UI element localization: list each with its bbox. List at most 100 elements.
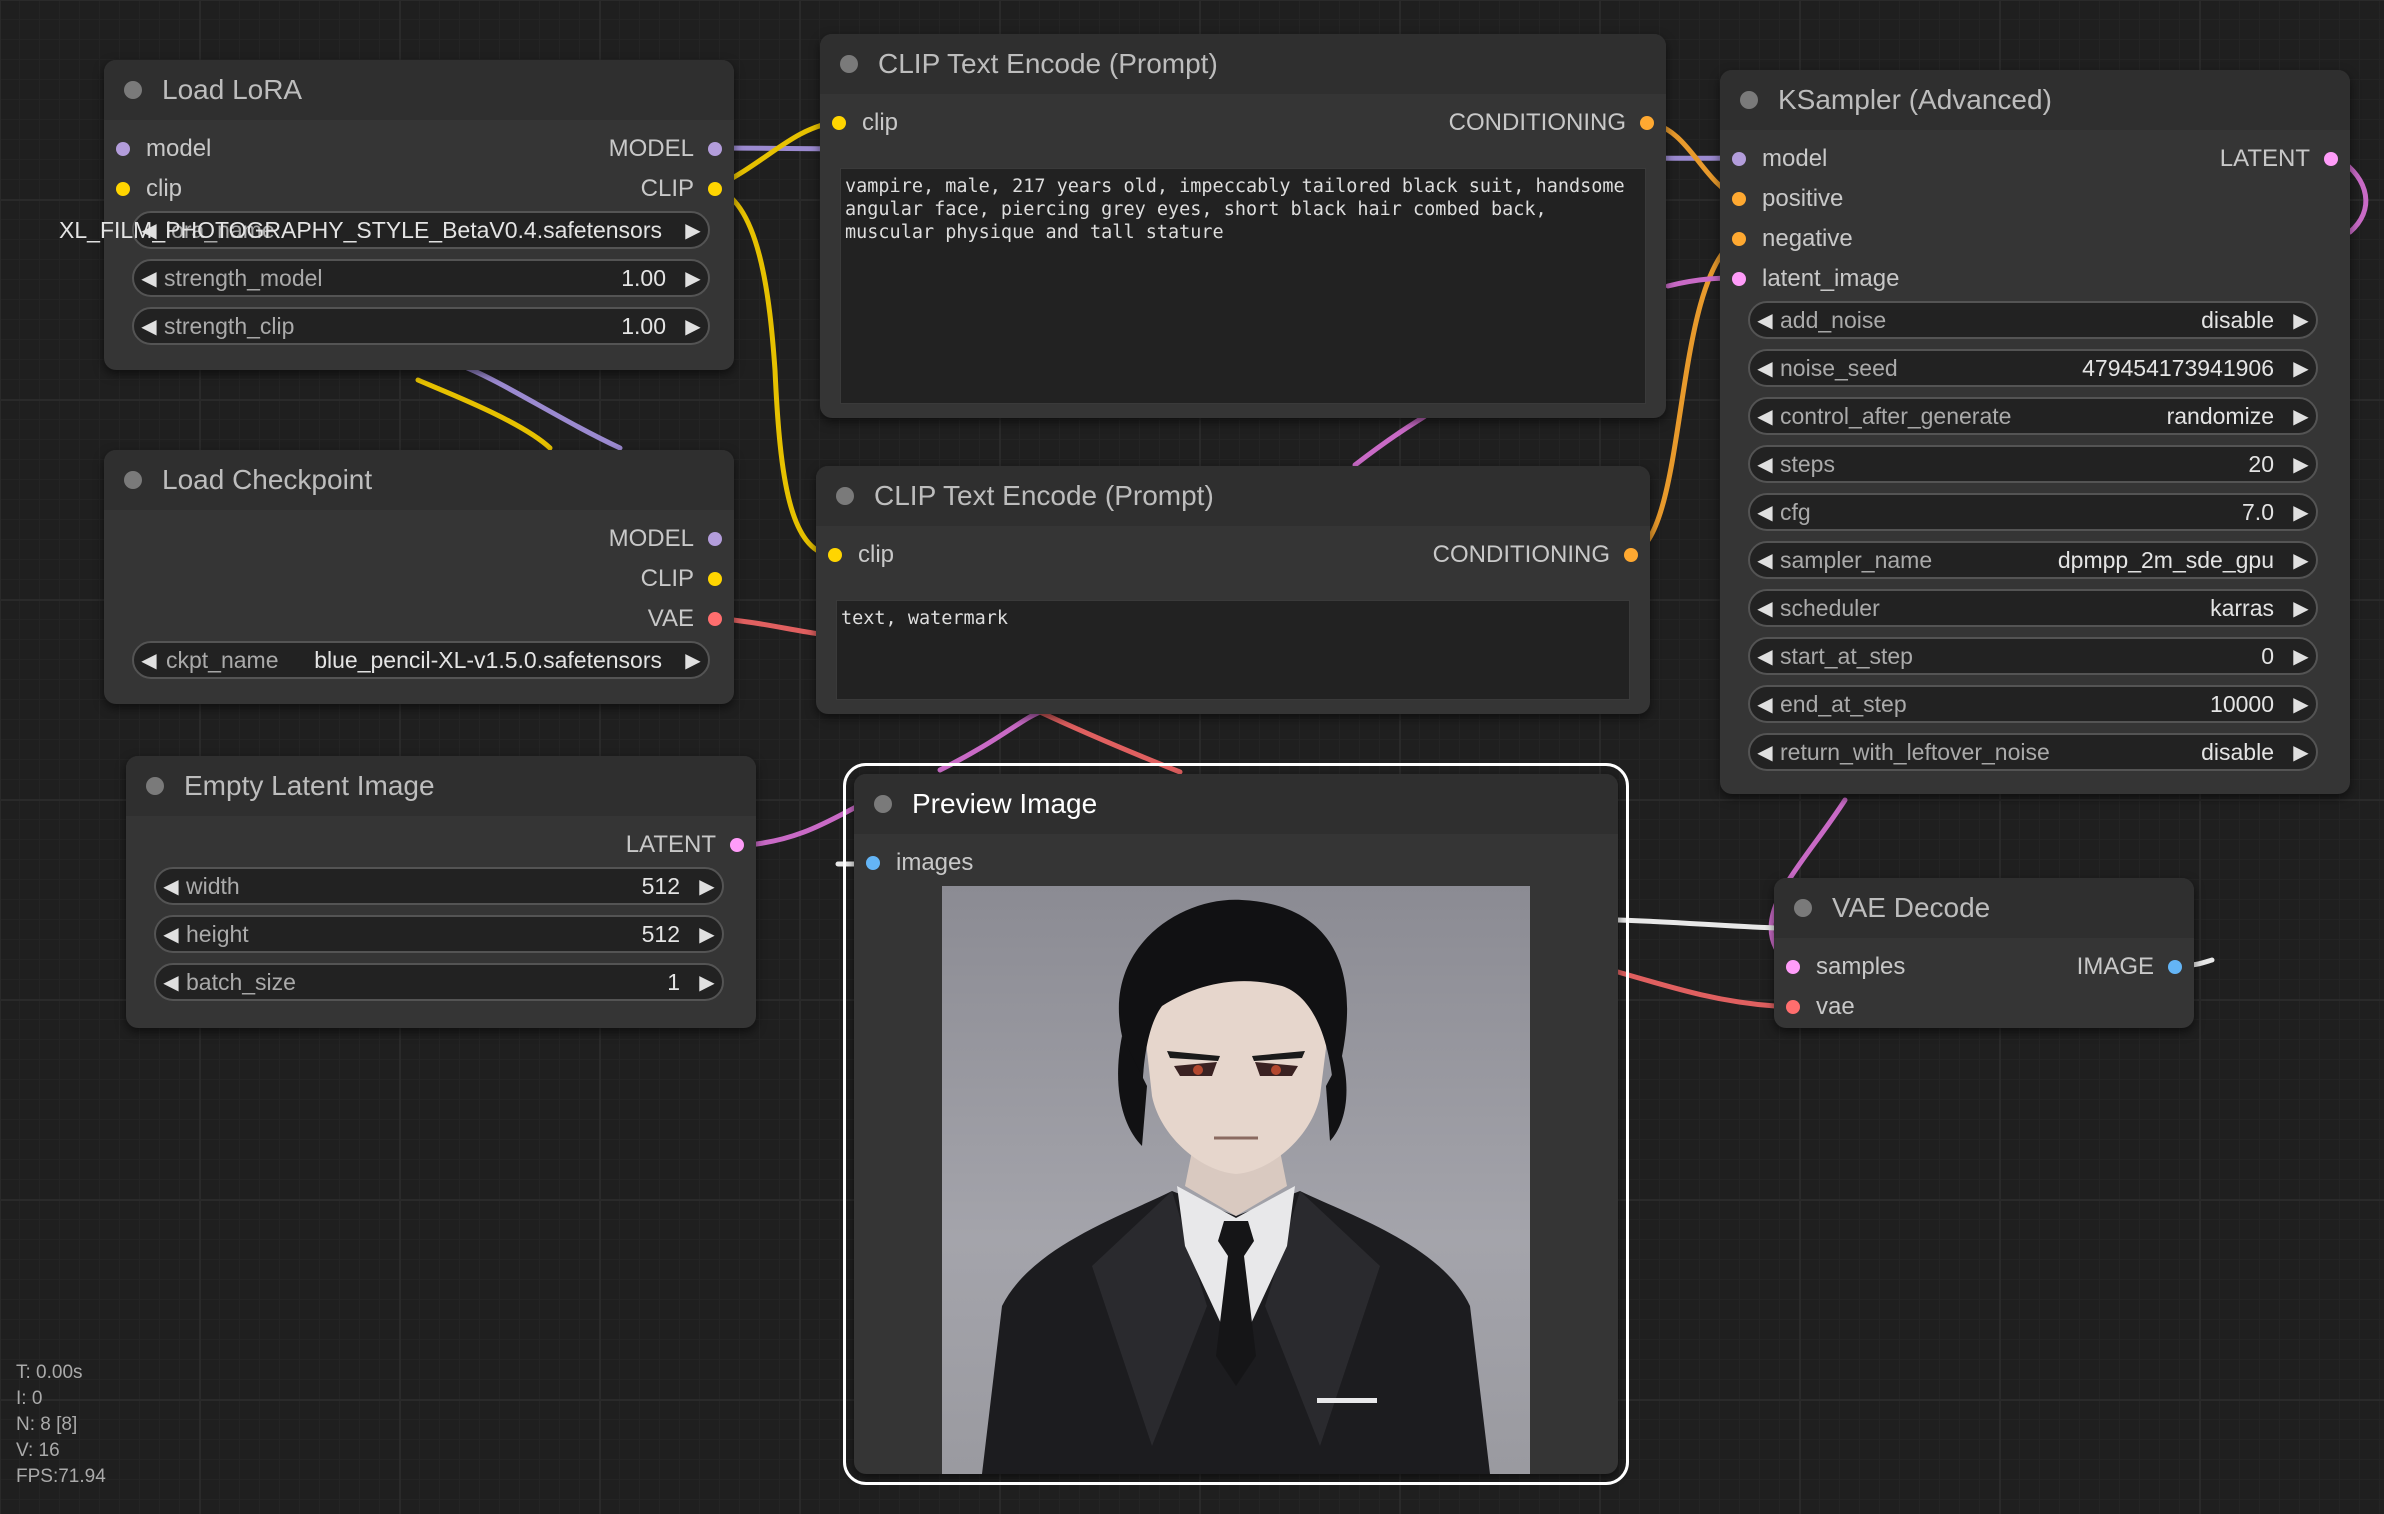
clip-socket-icon[interactable] <box>828 548 842 562</box>
decrement-arrow-icon[interactable]: ◀ <box>134 266 164 291</box>
output-slot-image[interactable]: IMAGE <box>2077 947 2182 987</box>
increment-arrow-icon[interactable]: ▶ <box>2286 548 2316 573</box>
node-title-bar[interactable]: Load LoRA <box>104 60 734 120</box>
output-slot-model[interactable]: MODEL <box>609 129 722 169</box>
height-widget[interactable]: ◀ height 512 ▶ <box>154 915 724 953</box>
model-socket-icon[interactable] <box>116 142 130 156</box>
width-widget[interactable]: ◀ width 512 ▶ <box>154 867 724 905</box>
image-socket-icon[interactable] <box>2168 960 2182 974</box>
image-socket-icon[interactable] <box>866 856 880 870</box>
latent-socket-icon[interactable] <box>1732 272 1746 286</box>
collapse-dot-icon[interactable] <box>840 55 858 73</box>
steps-widget[interactable]: ◀ steps 20 ▶ <box>1748 445 2318 483</box>
increment-arrow-icon[interactable]: ▶ <box>2286 740 2316 765</box>
input-slot-model[interactable]: model <box>116 129 211 169</box>
scheduler-widget[interactable]: ◀ scheduler karras ▶ <box>1748 589 2318 627</box>
decrement-arrow-icon[interactable]: ◀ <box>1750 452 1780 477</box>
node-title-bar[interactable]: VAE Decode <box>1774 878 2194 938</box>
load-lora-node[interactable]: Load LoRA model clip MODEL CLIP ◀ lora_n… <box>59 60 734 370</box>
collapse-dot-icon[interactable] <box>146 777 164 795</box>
clip-socket-icon[interactable] <box>116 182 130 196</box>
increment-arrow-icon[interactable]: ▶ <box>678 218 708 243</box>
collapse-dot-icon[interactable] <box>1740 91 1758 109</box>
input-slot-latent-image[interactable]: latent_image <box>1732 259 1899 299</box>
decrement-arrow-icon[interactable]: ◀ <box>134 314 164 339</box>
conditioning-socket-icon[interactable] <box>1732 232 1746 246</box>
vae-socket-icon[interactable] <box>1786 1000 1800 1014</box>
latent-socket-icon[interactable] <box>730 838 744 852</box>
decrement-arrow-icon[interactable]: ◀ <box>1750 644 1780 669</box>
decrement-arrow-icon[interactable]: ◀ <box>1750 356 1780 381</box>
decrement-arrow-icon[interactable]: ◀ <box>156 970 186 995</box>
node-title-bar[interactable]: CLIP Text Encode (Prompt) <box>820 34 1666 94</box>
node-title-bar[interactable]: Load Checkpoint <box>104 450 734 510</box>
output-slot-latent[interactable]: LATENT <box>2220 139 2338 179</box>
output-slot-latent[interactable]: LATENT <box>626 825 744 865</box>
collapse-dot-icon[interactable] <box>874 795 892 813</box>
output-slot-conditioning[interactable]: CONDITIONING <box>1433 535 1638 575</box>
input-slot-clip[interactable]: clip <box>828 535 894 575</box>
model-socket-icon[interactable] <box>1732 152 1746 166</box>
ckpt-name-combo[interactable]: ◀ ckpt_name blue_pencil-XL-v1.5.0.safete… <box>132 641 710 679</box>
end-at-step-widget[interactable]: ◀ end_at_step 10000 ▶ <box>1748 685 2318 723</box>
increment-arrow-icon[interactable]: ▶ <box>692 970 722 995</box>
input-slot-clip[interactable]: clip <box>116 169 182 209</box>
conditioning-socket-icon[interactable] <box>1732 192 1746 206</box>
clip-socket-icon[interactable] <box>832 116 846 130</box>
vae-socket-icon[interactable] <box>708 612 722 626</box>
increment-arrow-icon[interactable]: ▶ <box>2286 308 2316 333</box>
increment-arrow-icon[interactable]: ▶ <box>678 314 708 339</box>
decrement-arrow-icon[interactable]: ◀ <box>1750 740 1780 765</box>
decrement-arrow-icon[interactable]: ◀ <box>134 648 164 673</box>
strength-clip-widget[interactable]: ◀ strength_clip 1.00 ▶ <box>132 307 710 345</box>
batch-size-widget[interactable]: ◀ batch_size 1 ▶ <box>154 963 724 1001</box>
output-slot-model[interactable]: MODEL <box>609 519 722 559</box>
collapse-dot-icon[interactable] <box>124 471 142 489</box>
clip-text-encode-negative-node[interactable]: CLIP Text Encode (Prompt) clip CONDITION… <box>816 466 1650 714</box>
node-title-bar[interactable]: Empty Latent Image <box>126 756 756 816</box>
decrement-arrow-icon[interactable]: ◀ <box>1750 548 1780 573</box>
input-slot-samples[interactable]: samples <box>1786 947 1905 987</box>
sampler-name-widget[interactable]: ◀ sampler_name dpmpp_2m_sde_gpu ▶ <box>1748 541 2318 579</box>
increment-arrow-icon[interactable]: ▶ <box>2286 356 2316 381</box>
decrement-arrow-icon[interactable]: ◀ <box>1750 596 1780 621</box>
clip-socket-icon[interactable] <box>708 572 722 586</box>
load-checkpoint-node[interactable]: Load Checkpoint MODEL CLIP VAE ◀ ckpt_na… <box>104 450 734 704</box>
increment-arrow-icon[interactable]: ▶ <box>2286 500 2316 525</box>
increment-arrow-icon[interactable]: ▶ <box>2286 692 2316 717</box>
latent-socket-icon[interactable] <box>1786 960 1800 974</box>
node-title-bar[interactable]: CLIP Text Encode (Prompt) <box>816 466 1650 526</box>
lora-name-combo[interactable]: ◀ lora_name XL_FILM_PHOTOGRAPHY_STYLE_Be… <box>59 211 710 249</box>
collapse-dot-icon[interactable] <box>1794 899 1812 917</box>
decrement-arrow-icon[interactable]: ◀ <box>1750 692 1780 717</box>
collapse-dot-icon[interactable] <box>836 487 854 505</box>
strength-model-widget[interactable]: ◀ strength_model 1.00 ▶ <box>132 259 710 297</box>
output-slot-conditioning[interactable]: CONDITIONING <box>1449 103 1654 143</box>
control-after-generate-widget[interactable]: ◀ control_after_generate randomize ▶ <box>1748 397 2318 435</box>
decrement-arrow-icon[interactable]: ◀ <box>156 874 186 899</box>
decrement-arrow-icon[interactable]: ◀ <box>156 922 186 947</box>
input-slot-positive[interactable]: positive <box>1732 179 1843 219</box>
output-slot-vae[interactable]: VAE <box>648 599 722 639</box>
input-slot-images[interactable]: images <box>866 843 973 883</box>
node-title-bar[interactable]: KSampler (Advanced) <box>1720 70 2350 130</box>
ksampler-advanced-node[interactable]: KSampler (Advanced) model positive negat… <box>1720 70 2350 794</box>
prompt-textarea[interactable]: vampire, male, 217 years old, impeccably… <box>840 168 1646 404</box>
input-slot-negative[interactable]: negative <box>1732 219 1853 259</box>
latent-socket-icon[interactable] <box>2324 152 2338 166</box>
increment-arrow-icon[interactable]: ▶ <box>678 266 708 291</box>
increment-arrow-icon[interactable]: ▶ <box>692 874 722 899</box>
decrement-arrow-icon[interactable]: ◀ <box>1750 308 1780 333</box>
input-slot-model[interactable]: model <box>1732 139 1827 179</box>
prompt-textarea[interactable]: text, watermark <box>836 600 1630 700</box>
conditioning-socket-icon[interactable] <box>1640 116 1654 130</box>
increment-arrow-icon[interactable]: ▶ <box>2286 644 2316 669</box>
increment-arrow-icon[interactable]: ▶ <box>2286 596 2316 621</box>
decrement-arrow-icon[interactable]: ◀ <box>1750 500 1780 525</box>
input-slot-vae[interactable]: vae <box>1786 987 1855 1027</box>
increment-arrow-icon[interactable]: ▶ <box>678 648 708 673</box>
output-slot-clip[interactable]: CLIP <box>641 559 722 599</box>
output-slot-clip[interactable]: CLIP <box>641 169 722 209</box>
increment-arrow-icon[interactable]: ▶ <box>2286 452 2316 477</box>
preview-image[interactable] <box>942 886 1530 1474</box>
